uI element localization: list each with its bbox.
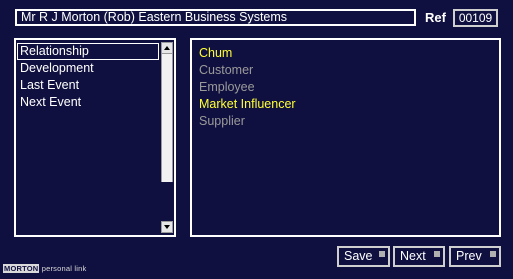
- category-item-last-event[interactable]: Last Event: [17, 77, 159, 94]
- option-customer[interactable]: Customer: [199, 62, 296, 79]
- ref-field[interactable]: 00109: [453, 9, 498, 27]
- scroll-down-button[interactable]: [161, 221, 173, 233]
- category-item-development[interactable]: Development: [17, 60, 159, 77]
- option-market-influencer[interactable]: Market Influencer: [199, 96, 296, 113]
- option-supplier[interactable]: Supplier: [199, 113, 296, 130]
- category-item-relationship[interactable]: Relationship: [17, 43, 159, 60]
- relationship-options: Chum Customer Employee Market Influencer…: [199, 45, 296, 130]
- next-button[interactable]: Next: [393, 246, 445, 267]
- next-button-label: Next: [400, 249, 426, 263]
- scroll-track[interactable]: [161, 54, 173, 182]
- save-button-label: Save: [344, 249, 373, 263]
- category-list: Relationship Development Last Event Next…: [17, 43, 159, 111]
- category-listbox[interactable]: Relationship Development Last Event Next…: [14, 38, 176, 237]
- prev-button[interactable]: Prev: [449, 246, 501, 267]
- contact-title: Mr R J Morton (Rob) Eastern Business Sys…: [15, 9, 416, 26]
- contact-relationship-window: Mr R J Morton (Rob) Eastern Business Sys…: [0, 0, 513, 279]
- relationship-options-panel: Chum Customer Employee Market Influencer…: [190, 38, 501, 237]
- product-name: personal link: [41, 264, 87, 273]
- arrow-up-icon: [164, 46, 170, 50]
- save-button-indicator-icon: [379, 251, 385, 257]
- morton-logo: MORTON: [3, 264, 40, 273]
- scroll-up-button[interactable]: [161, 42, 173, 54]
- option-employee[interactable]: Employee: [199, 79, 296, 96]
- prev-button-indicator-icon: [490, 251, 496, 257]
- option-chum[interactable]: Chum: [199, 45, 296, 62]
- arrow-down-icon: [164, 225, 170, 229]
- category-scrollbar[interactable]: [161, 42, 173, 233]
- save-button[interactable]: Save: [337, 246, 390, 267]
- category-item-next-event[interactable]: Next Event: [17, 94, 159, 111]
- ref-label: Ref: [425, 10, 446, 25]
- footer-brand: MORTON personal link: [3, 264, 86, 273]
- prev-button-label: Prev: [456, 249, 482, 263]
- next-button-indicator-icon: [434, 251, 440, 257]
